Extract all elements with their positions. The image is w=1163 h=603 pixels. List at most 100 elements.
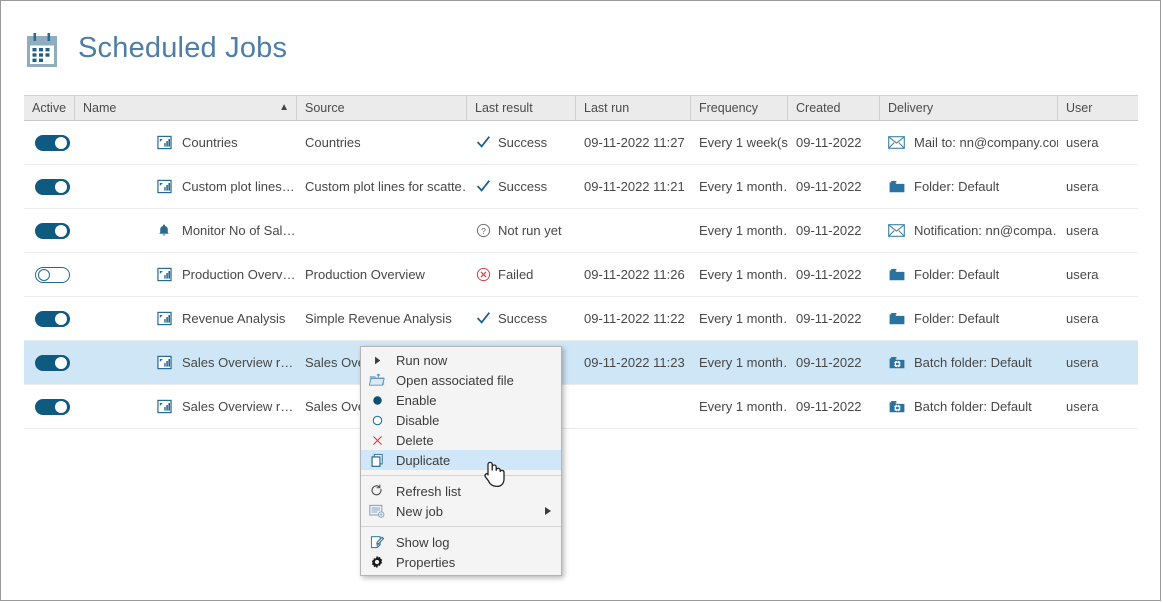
column-header-delivery[interactable]: Delivery <box>880 96 1058 120</box>
chart-report-icon <box>156 311 172 326</box>
cell-created: 09-11-2022 <box>796 135 862 150</box>
cell-delivery: Batch folder: Default <box>880 385 1058 428</box>
svg-text:?: ? <box>481 226 486 236</box>
delivery-label: Folder: Default <box>914 267 1000 282</box>
active-toggle-on[interactable] <box>35 134 70 151</box>
chart-report-icon <box>156 267 172 283</box>
active-toggle-on[interactable] <box>35 310 70 327</box>
table-row[interactable]: Sales Overview reportSales Over…09-11-20… <box>24 341 1138 385</box>
cell-created: 09-11-2022 <box>796 267 862 282</box>
active-toggle-off[interactable] <box>35 266 70 283</box>
cell-active <box>24 121 75 164</box>
delivery-label: Folder: Default <box>914 311 1000 326</box>
cell-name: Sales Overview report <box>75 341 297 384</box>
toggle-knob <box>55 224 67 237</box>
cell-delivery: Folder: Default <box>880 165 1058 208</box>
job-name-label: Monitor No of Sales per Salesper… <box>182 223 297 238</box>
x-icon <box>372 435 382 445</box>
active-toggle-on[interactable] <box>35 178 70 195</box>
cell-last-run: 09-11-2022 11:22 <box>584 311 685 326</box>
bell-icon <box>159 224 169 236</box>
toggle-knob <box>55 356 67 369</box>
cell-last-run: 09-11-2022 11:26 <box>584 267 685 282</box>
table-row[interactable]: Monitor No of Sales per Salesper… ? Not ru… <box>24 209 1138 253</box>
context-menu[interactable]: Run now Open associated file Enable Disable… <box>360 346 562 576</box>
folder-icon <box>889 180 904 192</box>
table-row[interactable]: Production Overview Production Overview Fa… <box>24 253 1138 297</box>
chart-report-icon <box>156 267 172 282</box>
log-icon <box>370 535 384 548</box>
table-row[interactable]: Sales Overview report - CopySales Over…E… <box>24 385 1138 429</box>
context-menu-item-run-now[interactable]: Run now <box>361 350 561 370</box>
batch-folder-icon <box>889 400 904 412</box>
checkmark-icon <box>475 179 491 195</box>
active-toggle-on[interactable] <box>35 222 70 239</box>
toggle-knob <box>38 268 50 281</box>
context-menu-item-refresh-list[interactable]: Refresh list <box>361 481 561 501</box>
page-header: Scheduled Jobs <box>1 1 1160 95</box>
cell-last-run: 09-11-2022 11:27 <box>584 135 685 150</box>
table-row[interactable]: Countries Countries Success 09-11-2022 11:2… <box>24 121 1138 165</box>
checkmark-icon <box>476 312 490 324</box>
context-menu-item-label: Open associated file <box>396 372 514 388</box>
error-circle-icon <box>476 267 490 282</box>
context-menu-item-show-log[interactable]: Show log <box>361 532 561 552</box>
context-menu-separator <box>361 475 561 476</box>
active-toggle-on[interactable] <box>35 354 70 371</box>
context-menu-separator <box>361 526 561 527</box>
empty-circle-icon <box>372 415 382 425</box>
last-result-label: Success <box>498 311 548 326</box>
delivery-label: Batch folder: Default <box>914 399 1032 414</box>
refresh-icon <box>371 484 382 496</box>
context-menu-item-new-job[interactable]: New job <box>361 501 561 521</box>
column-header-last-result[interactable]: Last result <box>467 96 576 120</box>
cell-user: usera <box>1066 399 1099 414</box>
column-header-name-label: Name <box>83 101 117 115</box>
batch-folder-icon <box>888 399 905 414</box>
folder-icon <box>889 268 904 280</box>
column-header-user[interactable]: User <box>1058 96 1138 120</box>
gear-icon <box>367 554 387 570</box>
checkmark-icon <box>476 136 490 148</box>
context-menu-item-label: Refresh list <box>396 483 462 499</box>
context-menu-item-open-associated-file[interactable]: Open associated file <box>361 370 561 390</box>
cell-active <box>24 341 75 384</box>
column-header-name[interactable]: Name ▲ <box>75 96 297 120</box>
table-row[interactable]: Revenue Analysis Simple Revenue Analysis S… <box>24 297 1138 341</box>
context-menu-item-label: Run now <box>396 352 448 368</box>
empty-circle-icon <box>367 412 387 428</box>
column-header-source[interactable]: Source <box>297 96 467 120</box>
context-menu-item-enable[interactable]: Enable <box>361 390 561 410</box>
folder-icon <box>888 267 905 282</box>
open-folder-icon <box>367 372 387 388</box>
envelope-icon <box>888 224 905 237</box>
envelope-icon <box>888 135 905 150</box>
envelope-icon <box>888 223 905 238</box>
cell-source: Countries <box>305 135 361 150</box>
cell-active <box>24 297 75 340</box>
column-header-frequency[interactable]: Frequency <box>691 96 788 120</box>
batch-folder-icon <box>888 355 905 370</box>
context-menu-item-label: Delete <box>396 432 434 448</box>
column-header-last-run[interactable]: Last run <box>576 96 691 120</box>
checkmark-icon <box>476 180 490 192</box>
sort-ascending-icon: ▲ <box>279 102 289 113</box>
x-icon <box>367 432 387 448</box>
chart-report-icon <box>156 355 172 371</box>
context-menu-item-properties[interactable]: Properties <box>361 552 561 572</box>
context-menu-item-delete[interactable]: Delete <box>361 430 561 450</box>
column-header-created[interactable]: Created <box>788 96 880 120</box>
toggle-knob <box>55 312 67 325</box>
context-menu-item-disable[interactable]: Disable <box>361 410 561 430</box>
folder-icon <box>889 312 904 324</box>
context-menu-item-duplicate[interactable]: Duplicate <box>361 450 561 470</box>
scheduled-jobs-table: Active Name ▲ Source Last result Last ru… <box>24 95 1138 429</box>
active-toggle-on[interactable] <box>35 398 70 415</box>
table-row[interactable]: Custom plot lines for scatter and … Custo… <box>24 165 1138 209</box>
cell-frequency: Every 1 month… <box>699 267 788 282</box>
folder-icon <box>888 179 905 194</box>
column-header-active[interactable]: Active <box>24 96 75 120</box>
cell-last-run: 09-11-2022 11:23 <box>584 355 685 370</box>
cell-delivery: Batch folder: Default <box>880 341 1058 384</box>
cell-last-result: ? Not run yet <box>467 209 576 252</box>
